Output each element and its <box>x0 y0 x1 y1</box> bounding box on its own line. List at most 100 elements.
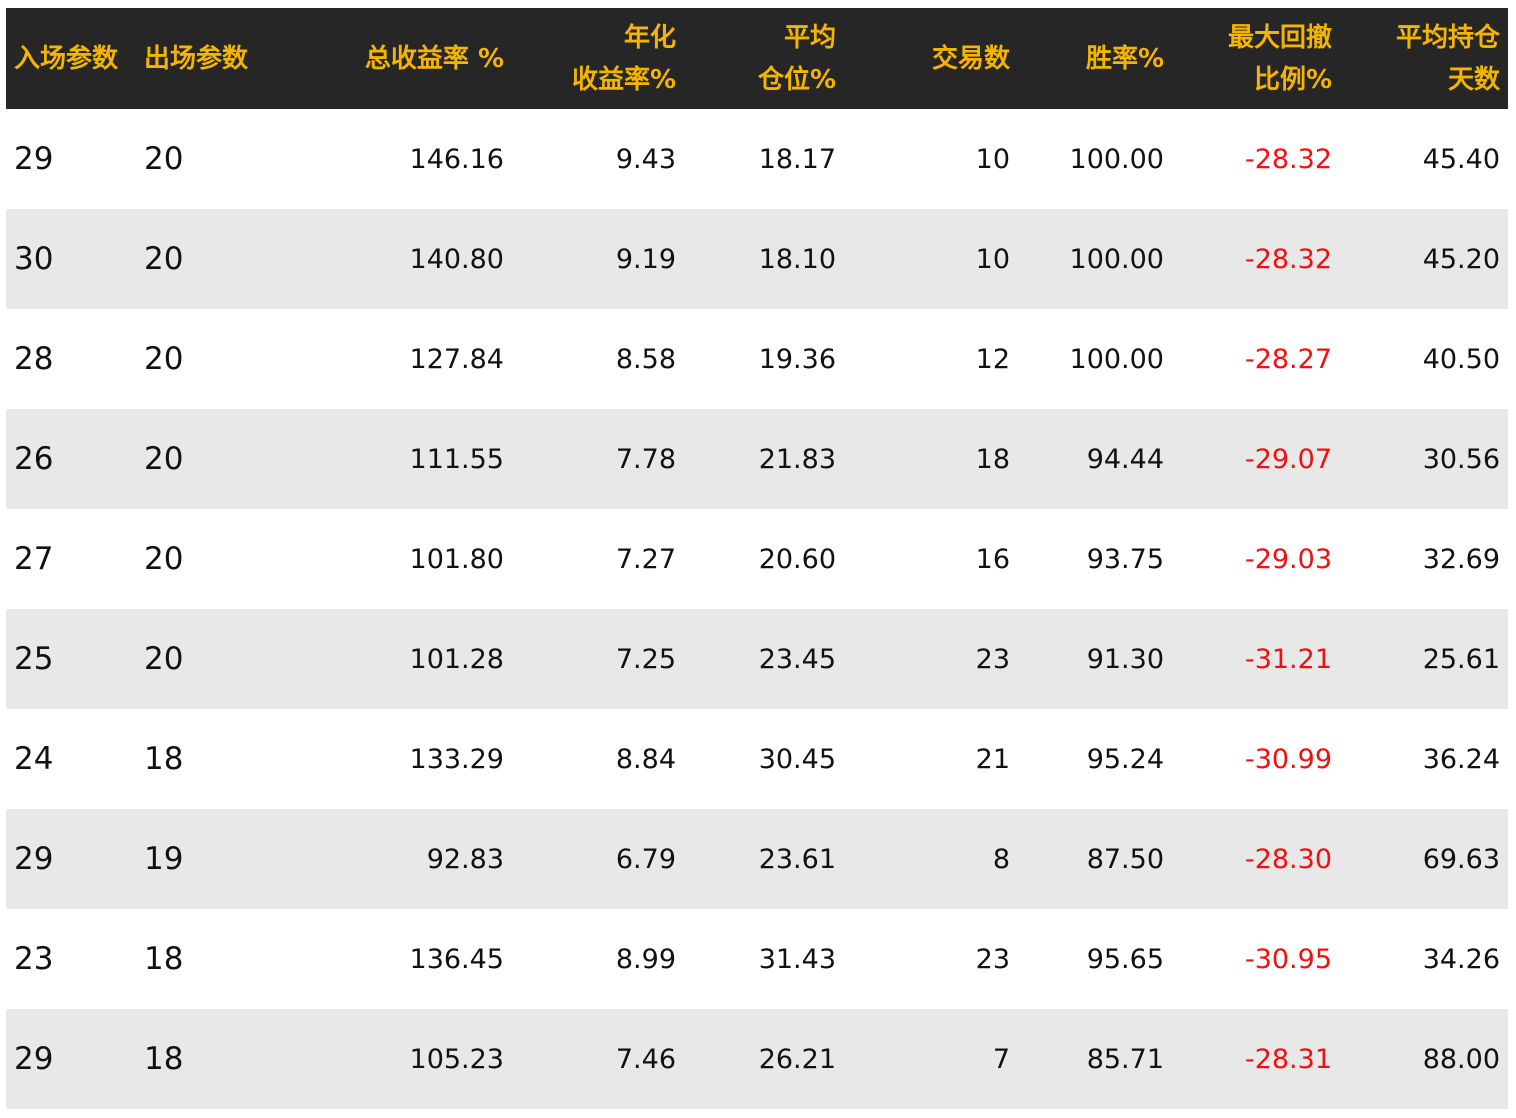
cell-avg-holding-days: 30.56 <box>1422 443 1500 475</box>
cell-exit-param: 20 <box>144 541 184 577</box>
table-row: 25 20 101.28 7.25 23.45 23 91.30 -31.21 25.61 <box>6 609 1508 709</box>
table-row: 27 20 101.80 7.27 20.60 16 93.75 -29.03 32.69 <box>6 509 1508 609</box>
cell-annual-return: 9.43 <box>615 143 676 175</box>
table-row: 26 20 111.55 7.78 21.83 18 94.44 -29.07 30.56 <box>6 409 1508 509</box>
cell-avg-position: 20.60 <box>758 543 836 575</box>
table-row: 29 20 146.16 9.43 18.17 10 100.00 -28.32 45.40 <box>6 109 1508 209</box>
cell-max-drawdown: -28.31 <box>1244 1043 1332 1075</box>
cell-total-return: 101.28 <box>409 643 504 675</box>
cell-total-return: 101.80 <box>409 543 504 575</box>
cell-total-return: 111.55 <box>409 443 504 475</box>
cell-trade-count: 23 <box>975 643 1010 675</box>
cell-annual-return: 9.19 <box>615 243 676 275</box>
cell-total-return: 140.80 <box>409 243 504 275</box>
cell-avg-holding-days: 45.20 <box>1422 243 1500 275</box>
cell-trade-count: 8 <box>992 843 1010 875</box>
cell-exit-param: 20 <box>144 141 184 177</box>
cell-total-return: 105.23 <box>409 1043 504 1075</box>
cell-annual-return: 7.27 <box>615 543 676 575</box>
cell-entry-param: 29 <box>14 1041 54 1077</box>
header-trade-count: 交易数 <box>931 43 1010 74</box>
cell-win-rate: 100.00 <box>1069 243 1164 275</box>
cell-win-rate: 91.30 <box>1086 643 1164 675</box>
cell-total-return: 92.83 <box>426 843 504 875</box>
cell-max-drawdown: -30.99 <box>1244 743 1332 775</box>
cell-max-drawdown: -28.32 <box>1244 243 1332 275</box>
cell-max-drawdown: -30.95 <box>1244 943 1332 975</box>
cell-exit-param: 18 <box>144 941 184 977</box>
header-win-rate: 胜率% <box>1085 43 1164 74</box>
cell-trade-count: 23 <box>975 943 1010 975</box>
cell-annual-return: 8.99 <box>615 943 676 975</box>
cell-total-return: 136.45 <box>409 943 504 975</box>
backtest-results-table: 入场参数 出场参数 总收益率 % 年化 收益率% 平均 仓位% 交易数 胜率% … <box>6 8 1508 1109</box>
table-row: 30 20 140.80 9.19 18.10 10 100.00 -28.32 45.20 <box>6 209 1508 309</box>
cell-win-rate: 93.75 <box>1086 543 1164 575</box>
cell-avg-position: 23.61 <box>758 843 836 875</box>
cell-max-drawdown: -29.07 <box>1244 443 1332 475</box>
cell-entry-param: 29 <box>14 141 54 177</box>
header-row: 入场参数 出场参数 总收益率 % 年化 收益率% 平均 仓位% 交易数 胜率% … <box>6 8 1508 109</box>
cell-trade-count: 10 <box>975 143 1010 175</box>
header-annual-return: 年化 收益率% <box>571 22 676 95</box>
cell-annual-return: 8.84 <box>615 743 676 775</box>
cell-avg-position: 21.83 <box>758 443 836 475</box>
header-avg-holding-days: 平均持仓 天数 <box>1395 22 1500 95</box>
cell-annual-return: 7.46 <box>615 1043 676 1075</box>
cell-avg-position: 23.45 <box>758 643 836 675</box>
header-total-return: 总收益率 % <box>364 43 504 74</box>
cell-avg-holding-days: 88.00 <box>1422 1043 1500 1075</box>
cell-entry-param: 27 <box>14 541 54 577</box>
cell-entry-param: 24 <box>14 741 54 777</box>
cell-avg-position: 26.21 <box>758 1043 836 1075</box>
cell-avg-position: 18.17 <box>758 143 836 175</box>
cell-entry-param: 28 <box>14 341 54 377</box>
cell-exit-param: 20 <box>144 241 184 277</box>
cell-avg-holding-days: 32.69 <box>1422 543 1500 575</box>
cell-trade-count: 10 <box>975 243 1010 275</box>
cell-annual-return: 8.58 <box>615 343 676 375</box>
table-row: 29 19 92.83 6.79 23.61 8 87.50 -28.30 69.63 <box>6 809 1508 909</box>
cell-max-drawdown: -29.03 <box>1244 543 1332 575</box>
cell-avg-holding-days: 36.24 <box>1422 743 1500 775</box>
cell-total-return: 146.16 <box>409 143 504 175</box>
table-row: 29 18 105.23 7.46 26.21 7 85.71 -28.31 88.00 <box>6 1009 1508 1109</box>
cell-entry-param: 23 <box>14 941 54 977</box>
cell-win-rate: 94.44 <box>1086 443 1164 475</box>
cell-entry-param: 26 <box>14 441 54 477</box>
cell-annual-return: 6.79 <box>615 843 676 875</box>
cell-trade-count: 7 <box>992 1043 1010 1075</box>
header-exit-param: 出场参数 <box>144 43 249 74</box>
cell-max-drawdown: -28.30 <box>1244 843 1332 875</box>
table-row: 28 20 127.84 8.58 19.36 12 100.00 -28.27 40.50 <box>6 309 1508 409</box>
cell-max-drawdown: -31.21 <box>1244 643 1332 675</box>
cell-entry-param: 29 <box>14 841 54 877</box>
cell-annual-return: 7.25 <box>615 643 676 675</box>
cell-win-rate: 85.71 <box>1086 1043 1164 1075</box>
cell-exit-param: 20 <box>144 641 184 677</box>
cell-trade-count: 16 <box>975 543 1010 575</box>
header-avg-position: 平均 仓位% <box>757 22 836 95</box>
cell-entry-param: 30 <box>14 241 54 277</box>
cell-avg-position: 30.45 <box>758 743 836 775</box>
cell-max-drawdown: -28.27 <box>1244 343 1332 375</box>
cell-avg-position: 31.43 <box>758 943 836 975</box>
cell-trade-count: 12 <box>975 343 1010 375</box>
cell-trade-count: 18 <box>975 443 1010 475</box>
cell-exit-param: 20 <box>144 341 184 377</box>
cell-exit-param: 20 <box>144 441 184 477</box>
cell-avg-holding-days: 40.50 <box>1422 343 1500 375</box>
cell-avg-holding-days: 34.26 <box>1422 943 1500 975</box>
cell-avg-position: 18.10 <box>758 243 836 275</box>
table-row: 24 18 133.29 8.84 30.45 21 95.24 -30.99 36.24 <box>6 709 1508 809</box>
cell-exit-param: 19 <box>144 841 184 877</box>
cell-exit-param: 18 <box>144 1041 184 1077</box>
table-header: 入场参数 出场参数 总收益率 % 年化 收益率% 平均 仓位% 交易数 胜率% … <box>6 8 1508 109</box>
cell-total-return: 127.84 <box>409 343 504 375</box>
cell-total-return: 133.29 <box>409 743 504 775</box>
cell-win-rate: 100.00 <box>1069 143 1164 175</box>
cell-trade-count: 21 <box>975 743 1010 775</box>
cell-win-rate: 95.65 <box>1086 943 1164 975</box>
table-row: 23 18 136.45 8.99 31.43 23 95.65 -30.95 34.26 <box>6 909 1508 1009</box>
cell-avg-holding-days: 69.63 <box>1422 843 1500 875</box>
